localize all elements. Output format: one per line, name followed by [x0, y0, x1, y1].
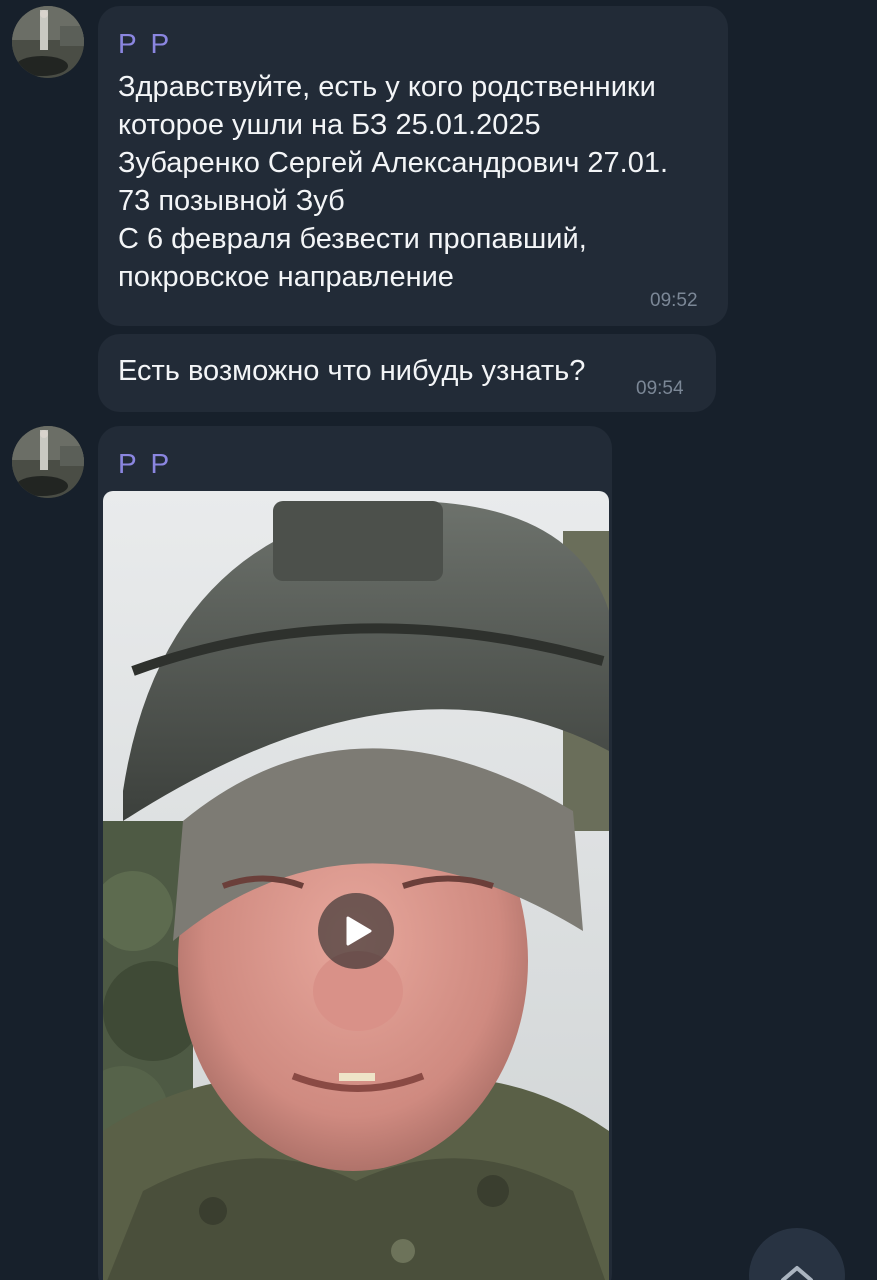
message-time: 09:52 — [650, 290, 698, 311]
sender-name[interactable]: Р Р — [118, 28, 172, 60]
play-button[interactable] — [318, 893, 394, 969]
sender-avatar[interactable] — [12, 6, 84, 78]
video-thumbnail[interactable] — [103, 491, 609, 1280]
chat-view: Р Р Здравствуйте, есть у кого родственни… — [0, 0, 877, 1280]
message-bubble[interactable]: Р Р Здравствуйте, есть у кого родственни… — [98, 6, 728, 326]
message-bubble[interactable]: Есть возможно что нибудь узнать? 09:54 — [98, 334, 716, 412]
scroll-to-bottom-button[interactable] — [749, 1228, 845, 1280]
media-message-bubble[interactable]: Р Р — [98, 426, 612, 1280]
play-icon — [346, 916, 372, 946]
sender-name[interactable]: Р Р — [118, 448, 172, 480]
chevron-up-icon — [781, 1266, 813, 1280]
message-time: 09:54 — [636, 378, 684, 399]
message-text: Здравствуйте, есть у кого родственники к… — [118, 71, 669, 293]
sender-avatar[interactable] — [12, 426, 84, 498]
message-text: Есть возможно что нибудь узнать? — [118, 355, 586, 387]
